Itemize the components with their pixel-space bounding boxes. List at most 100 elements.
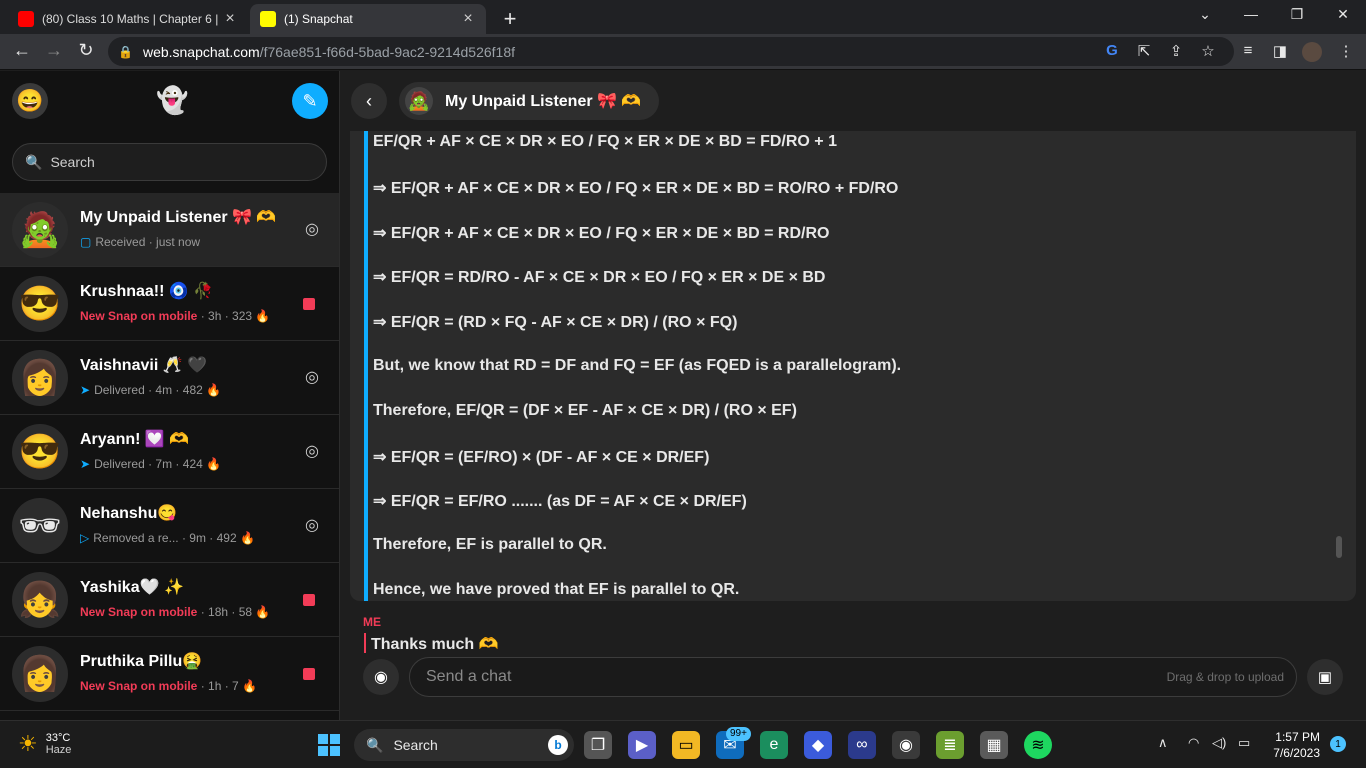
- clock-time: 1:57 PM: [1275, 730, 1320, 744]
- start-button[interactable]: [318, 734, 340, 756]
- address-bar[interactable]: 🔒 web.snapchat.com /f76ae851-f66d-5bad-9…: [108, 37, 1234, 66]
- close-tab-icon[interactable]: ×: [222, 10, 238, 28]
- profile-avatar[interactable]: [1302, 42, 1322, 62]
- scrollbar-thumb[interactable]: [1336, 536, 1342, 558]
- edge-icon[interactable]: e: [760, 731, 788, 759]
- chat-name: Pruthika Pillu🤮: [80, 653, 203, 670]
- chat-item[interactable]: 👩 Vaishnavii 🥂 🖤 ➤ Delivered · 4m · 482 🔥…: [0, 341, 339, 415]
- search-input[interactable]: 🔍 Search: [12, 143, 327, 181]
- chat-item[interactable]: 👧 Yashika🤍 ✨ New Snap on mobile · 18h · …: [0, 563, 339, 637]
- chat-item[interactable]: 🧟 My Unpaid Listener 🎀 🫶 ▢ Received · jus…: [0, 193, 339, 267]
- bitmoji-avatar: 😎: [12, 424, 68, 480]
- conversation-title-pill[interactable]: 🧟 My Unpaid Listener 🎀 🫶: [399, 82, 660, 120]
- chat-sidebar: 😄 👻 ✎ 🔍 Search 🧟 My Unpaid Listener 🎀 🫶 …: [0, 71, 340, 720]
- forward-icon[interactable]: →: [42, 40, 66, 61]
- chat-status: New Snap on mobile · 18h · 58 🔥: [80, 605, 270, 619]
- message-line: ⇒ EF/QR = (EF/RO) × (DF - AF × CE × DR/E…: [373, 448, 710, 466]
- copilot-icon[interactable]: ◆: [804, 731, 832, 759]
- chrome-icon[interactable]: ◉: [892, 731, 920, 759]
- wifi-icon[interactable]: ◠: [1188, 735, 1199, 751]
- removed-icon: ▷: [80, 531, 90, 545]
- weather-condition: Haze: [45, 744, 72, 756]
- chat-input[interactable]: Send a chat Drag & drop to upload: [409, 657, 1297, 697]
- spotify-icon[interactable]: ≋: [1024, 731, 1052, 759]
- tab-snapchat[interactable]: (1) Snapchat ×: [250, 4, 486, 34]
- camera-icon[interactable]: ◎: [305, 515, 319, 535]
- unread-snap-indicator[interactable]: [303, 298, 315, 310]
- tray-overflow-icon[interactable]: ∧: [1158, 735, 1168, 751]
- volume-icon[interactable]: ◁): [1212, 735, 1226, 751]
- message-line: ⇒ EF/QR = EF/RO ....... (as DF = AF × CE…: [373, 493, 747, 511]
- message-line: Therefore, EF/QR = (DF × EF - AF × CE × …: [373, 401, 797, 419]
- unread-snap-indicator[interactable]: [303, 668, 315, 680]
- bitmoji-avatar: 🧟: [405, 87, 433, 115]
- message-line: Hence, we have proved that EF is paralle…: [373, 580, 740, 598]
- delivered-icon: ➤: [80, 457, 91, 471]
- received-chat-icon: ▢: [80, 235, 92, 249]
- bitmoji-avatar: 😎: [12, 276, 68, 332]
- gallery-button[interactable]: ▣: [1307, 659, 1343, 695]
- bluestacks-icon[interactable]: ≣: [936, 731, 964, 759]
- camera-icon[interactable]: ◎: [305, 441, 319, 461]
- chat-item[interactable]: 🕶 Nehanshu😋 ▷ Removed a re... · 9m · 492 …: [0, 489, 339, 563]
- new-chat-button[interactable]: ✎: [292, 83, 328, 119]
- chat-input-placeholder: Send a chat: [426, 668, 512, 685]
- notification-badge[interactable]: 1: [1330, 736, 1346, 752]
- chat-item[interactable]: 😎 Aryann! 💟 🫶 ➤ Delivered · 7m · 424 🔥 ◎: [0, 415, 339, 489]
- open-in-app-icon[interactable]: ⇱: [1134, 42, 1154, 60]
- bookmark-star-icon[interactable]: ☆: [1198, 42, 1218, 60]
- bing-icon[interactable]: b: [548, 735, 568, 755]
- google-lens-icon[interactable]: G: [1102, 42, 1122, 59]
- side-panel-icon[interactable]: ◨: [1270, 42, 1290, 60]
- webex-icon[interactable]: ∞: [848, 731, 876, 759]
- system-clock[interactable]: 1:57 PM 7/6/2023: [1268, 729, 1320, 761]
- restore-icon[interactable]: ❐: [1282, 6, 1312, 23]
- share-icon[interactable]: ⇪: [1166, 42, 1186, 60]
- task-view-icon[interactable]: ❐: [584, 731, 612, 759]
- media-controls-icon[interactable]: ≡: [1238, 42, 1258, 59]
- chat-status: New Snap on mobile · 1h · 7 🔥: [80, 679, 257, 693]
- close-tab-icon[interactable]: ×: [460, 10, 476, 28]
- lock-icon: 🔒: [118, 44, 133, 59]
- taskbar-search[interactable]: 🔍 Search b: [354, 729, 574, 761]
- back-button[interactable]: ‹: [351, 83, 387, 119]
- chrome-menu-icon[interactable]: ⋮: [1336, 42, 1356, 60]
- calculator-icon[interactable]: ▦: [980, 731, 1008, 759]
- file-explorer-icon[interactable]: ▭: [672, 731, 700, 759]
- chat-item[interactable]: 😎 Krushnaa!! 🧿 🥀 New Snap on mobile · 3h…: [0, 267, 339, 341]
- chat-item[interactable]: 👩 Pruthika Pillu🤮 New Snap on mobile · 1…: [0, 637, 339, 711]
- reload-icon[interactable]: ↻: [74, 40, 98, 61]
- status-text: New Snap on mobile: [80, 605, 198, 619]
- status-text: New Snap on mobile: [80, 309, 198, 323]
- bitmoji-avatar: 👩: [12, 350, 68, 406]
- tab-title: (1) Snapchat: [284, 12, 353, 26]
- snapchat-ghost-icon[interactable]: 👻: [156, 85, 188, 116]
- search-icon: 🔍: [366, 736, 384, 753]
- battery-icon[interactable]: ▭: [1238, 735, 1250, 751]
- teams-chat-icon[interactable]: ▶: [628, 731, 656, 759]
- status-meta: · 3h · 323 🔥: [197, 309, 271, 323]
- new-tab-button[interactable]: +: [498, 6, 522, 32]
- conversation-header: ‹ 🧟 My Unpaid Listener 🎀 🫶: [341, 71, 1366, 131]
- windows-taskbar: ☀ 33°C Haze 🔍 Search b ❐ ▶ ▭ ✉ 99+ e ◆ ∞…: [0, 720, 1366, 768]
- message-line: But, we know that RD = DF and FQ = EF (a…: [373, 356, 902, 374]
- status-meta: · 18h · 58 🔥: [197, 605, 271, 619]
- back-icon[interactable]: ←: [10, 40, 34, 61]
- browser-tab-strip: (80) Class 10 Maths | Chapter 6 | × (1) …: [0, 0, 1366, 34]
- status-meta: · 1h · 7 🔥: [197, 679, 257, 693]
- mail-badge: 99+: [726, 727, 751, 741]
- message-text: EF/QR + AF × CE × DR × EO / FQ × ER × DE…: [373, 131, 1336, 601]
- my-message: Thanks much 🫶: [371, 636, 499, 653]
- drag-drop-hint: Drag & drop to upload: [1166, 670, 1284, 684]
- tab-youtube[interactable]: (80) Class 10 Maths | Chapter 6 | ×: [8, 4, 248, 34]
- close-window-icon[interactable]: ✕: [1328, 6, 1358, 23]
- camera-button[interactable]: ◉: [363, 659, 399, 695]
- status-text: Delivered: [94, 383, 145, 397]
- tab-search-icon[interactable]: ⌄: [1190, 6, 1220, 23]
- my-profile-avatar[interactable]: 😄: [12, 83, 48, 119]
- minimize-icon[interactable]: —: [1236, 6, 1266, 22]
- unread-snap-indicator[interactable]: [303, 594, 315, 606]
- camera-icon[interactable]: ◎: [305, 367, 319, 387]
- weather-widget[interactable]: ☀ 33°C Haze: [18, 731, 71, 757]
- camera-icon[interactable]: ◎: [305, 219, 319, 239]
